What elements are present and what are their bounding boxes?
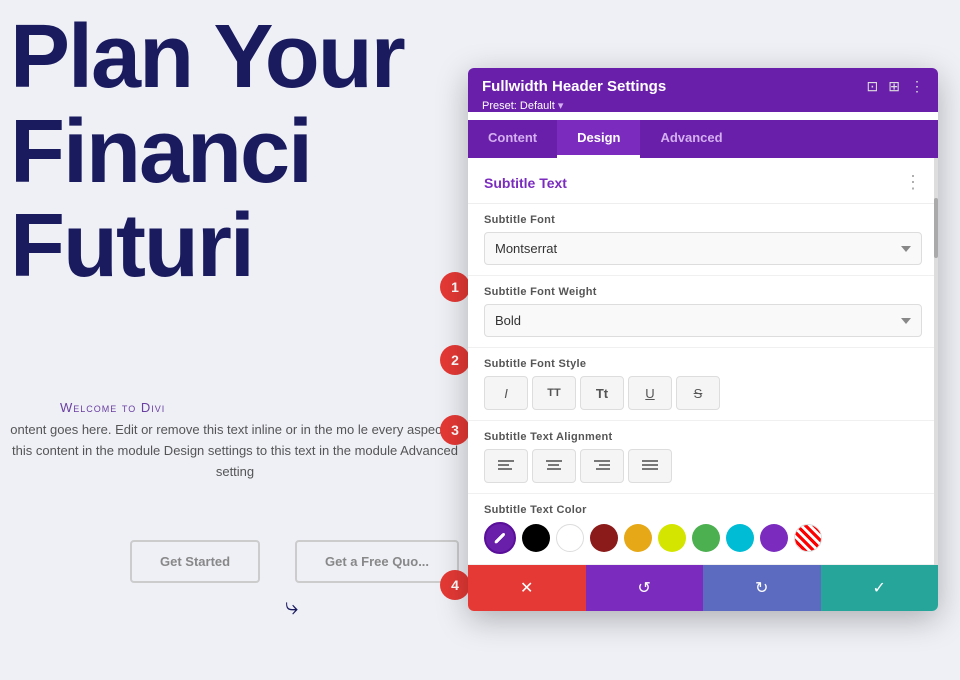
subtitle-font-row: Subtitle Font Montserrat Open Sans Robot… [468,204,938,276]
hero-line3: Futuri [10,199,404,294]
color-orange-swatch[interactable] [624,524,652,552]
panel-body: Subtitle Text ⋮ Subtitle Font Montserrat… [468,158,938,565]
style-uppercase-small-button[interactable]: TT [532,376,576,410]
expand-icon[interactable]: ⊡ [867,78,879,95]
align-justify-button[interactable] [628,449,672,483]
step-badge-1: 1 [440,272,470,302]
align-center-button[interactable] [532,449,576,483]
tab-advanced[interactable]: Advanced [640,120,742,158]
color-picker-button[interactable] [484,522,516,554]
subtitle-font-weight-select[interactable]: Thin Light Regular Bold Extra Bold [484,304,922,337]
hero-line1: Plan Your [10,10,404,105]
action-bar: ✕ ↺ ↻ ✓ [468,565,938,611]
color-yellow-swatch[interactable] [658,524,686,552]
subtitle-font-style-row: Subtitle Font Style I TT Tt U S [468,348,938,421]
subtitle-text-color-row: Subtitle Text Color [468,494,938,565]
preset-text[interactable]: Preset: Default ▾ [482,99,924,112]
more-icon[interactable]: ⋮ [910,78,924,95]
color-green-swatch[interactable] [692,524,720,552]
panel-header: Fullwidth Header Settings ⊡ ⊞ ⋮ Preset: … [468,68,938,112]
hero-body-text: ontent goes here. Edit or remove this te… [10,420,460,482]
color-swatches [484,522,922,554]
tab-content[interactable]: Content [468,120,557,158]
subtitle-font-weight-row: Subtitle Font Weight Thin Light Regular … [468,276,938,348]
style-uppercase-button[interactable]: Tt [580,376,624,410]
style-strikethrough-button[interactable]: S [676,376,720,410]
redo-button[interactable]: ↻ [703,565,821,611]
subtitle-font-label: Subtitle Font [484,214,922,226]
scroll-chevron: ⤷ [285,595,298,619]
color-white-swatch[interactable] [556,524,584,552]
subtitle-font-style-label: Subtitle Font Style [484,358,922,370]
columns-icon[interactable]: ⊞ [888,78,900,95]
align-right-button[interactable] [580,449,624,483]
color-black-swatch[interactable] [522,524,550,552]
panel-title: Fullwidth Header Settings [482,78,666,95]
section-title: Subtitle Text [484,175,567,191]
panel-tabs: Content Design Advanced [468,120,938,158]
subtitle-text-alignment-row: Subtitle Text Alignment [468,421,938,494]
scrollbar[interactable] [934,158,938,565]
step-badge-2: 2 [440,345,470,375]
step-badge-3: 3 [440,415,470,445]
section-more-icon[interactable]: ⋮ [904,172,922,193]
align-buttons [484,449,922,483]
color-teal-swatch[interactable] [726,524,754,552]
tab-design[interactable]: Design [557,120,640,158]
subtitle-text-color-label: Subtitle Text Color [484,504,922,516]
color-striped-swatch[interactable] [794,524,822,552]
panel-header-top: Fullwidth Header Settings ⊡ ⊞ ⋮ [482,78,924,95]
subtitle-text-alignment-label: Subtitle Text Alignment [484,431,922,443]
style-underline-button[interactable]: U [628,376,672,410]
align-left-button[interactable] [484,449,528,483]
undo-button[interactable]: ↺ [586,565,704,611]
step-badge-4: 4 [440,570,470,600]
subtitle-font-select[interactable]: Montserrat Open Sans Roboto Lato [484,232,922,265]
welcome-text: Welcome to Divi [60,400,165,415]
style-italic-button[interactable]: I [484,376,528,410]
hero-heading: Plan Your Financi Futuri [10,10,404,294]
save-button[interactable]: ✓ [821,565,939,611]
panel-header-icons: ⊡ ⊞ ⋮ [867,78,924,95]
free-quote-button[interactable]: Get a Free Quo... [295,540,459,583]
hero-line2: Financi [10,105,404,200]
get-started-button[interactable]: Get Started [130,540,260,583]
color-darkred-swatch[interactable] [590,524,618,552]
scroll-thumb [934,198,938,258]
section-header: Subtitle Text ⋮ [468,158,938,204]
cancel-button[interactable]: ✕ [468,565,586,611]
style-buttons: I TT Tt U S [484,376,922,410]
color-purple-swatch[interactable] [760,524,788,552]
subtitle-font-weight-label: Subtitle Font Weight [484,286,922,298]
settings-panel: Fullwidth Header Settings ⊡ ⊞ ⋮ Preset: … [468,68,938,611]
